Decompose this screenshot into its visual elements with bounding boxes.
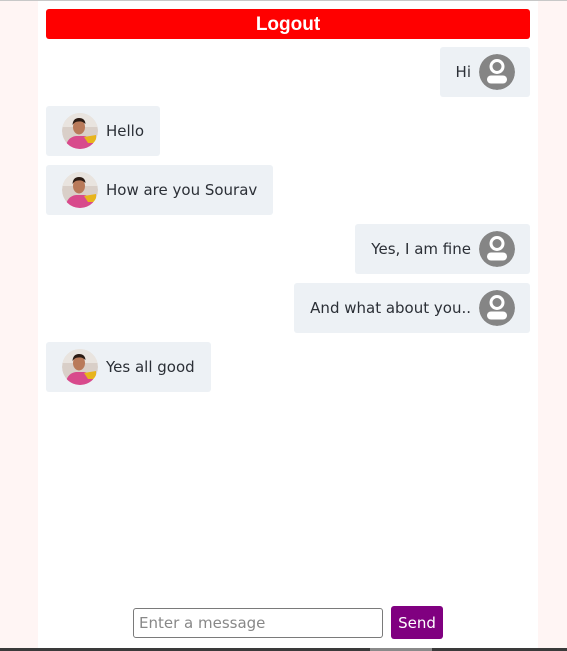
message-input[interactable] bbox=[133, 607, 383, 638]
message-text: Yes all good bbox=[106, 358, 195, 376]
logout-button[interactable]: Logout bbox=[46, 9, 530, 39]
message-text: Yes, I am fine bbox=[371, 240, 471, 258]
default-user-icon bbox=[479, 54, 515, 90]
profile-photo-icon bbox=[62, 172, 98, 208]
chat-panel: Logout Hi Hello How are you Sourav Yes, … bbox=[38, 1, 538, 648]
profile-photo-icon bbox=[62, 113, 98, 149]
message-bubble: Hello bbox=[46, 106, 161, 156]
message-text: How are you Sourav bbox=[106, 181, 258, 199]
message-text: Hi bbox=[455, 63, 471, 81]
message-text: And what about you.. bbox=[310, 299, 471, 317]
default-user-icon bbox=[479, 290, 515, 326]
message-bubble: Hi bbox=[439, 47, 530, 97]
message-bubble: And what about you.. bbox=[294, 283, 530, 333]
message-bubble: Yes, I am fine bbox=[355, 224, 530, 274]
message-composer: Send bbox=[133, 606, 443, 639]
default-user-icon bbox=[479, 231, 515, 267]
message-bubble: How are you Sourav bbox=[46, 165, 274, 215]
profile-photo-icon bbox=[62, 349, 98, 385]
message-bubble: Yes all good bbox=[46, 342, 211, 392]
send-button[interactable]: Send bbox=[391, 606, 443, 639]
message-text: Hello bbox=[106, 122, 145, 140]
